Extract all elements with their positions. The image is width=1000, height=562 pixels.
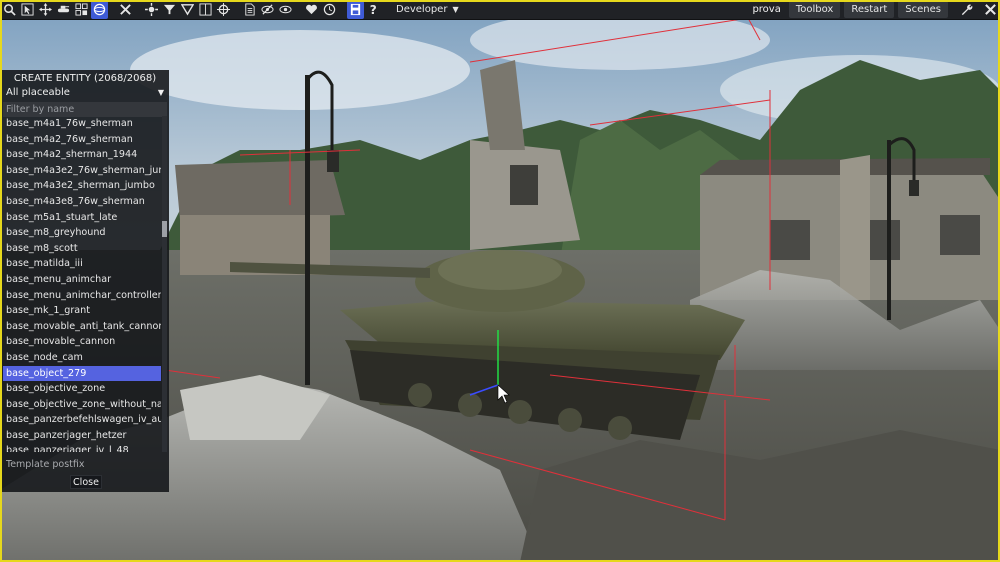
grid-cubes-icon[interactable]: [73, 1, 90, 19]
entity-list-item[interactable]: base_object_279: [3, 365, 161, 382]
entity-filter-dropdown[interactable]: All placeable ▼: [3, 86, 167, 100]
entity-list-item[interactable]: base_m5a1_stuart_late: [3, 210, 161, 226]
select-arrow-icon[interactable]: [19, 1, 36, 19]
top-toolbar: ? Developer ▼ prova Toolbox Restart Scen…: [0, 0, 1000, 20]
svg-text:?: ?: [370, 3, 377, 16]
create-entity-panel: CREATE ENTITY (2068/2068) All placeable …: [1, 70, 169, 492]
entity-list-item[interactable]: base_node_cam: [3, 350, 161, 366]
move-icon[interactable]: [37, 1, 54, 19]
entity-filter-value: All placeable: [6, 87, 70, 98]
close-button[interactable]: Close: [70, 475, 102, 489]
heart-icon[interactable]: [303, 1, 320, 19]
toolbar-right: prova Toolbox Restart Scenes: [752, 0, 1000, 20]
restart-button[interactable]: Restart: [844, 1, 895, 18]
document-icon[interactable]: [241, 1, 258, 19]
target-burst-icon[interactable]: [143, 1, 160, 19]
save-icon[interactable]: [347, 0, 364, 19]
entity-list-container[interactable]: base_m4a1_76w_sherman base_m4a2_76w_sherm…: [3, 116, 167, 452]
entity-list-item[interactable]: base_panzerbefehlswagen_iv_ausf_j: [3, 412, 161, 428]
entity-list-item[interactable]: base_objective_zone: [3, 381, 161, 397]
triangle-down-icon[interactable]: [179, 1, 196, 19]
search-icon[interactable]: [1, 1, 18, 19]
clock-icon[interactable]: [321, 1, 338, 19]
toolbox-button[interactable]: Toolbox: [788, 1, 841, 18]
split-panel-icon[interactable]: [197, 1, 214, 19]
entity-list-item[interactable]: base_movable_anti_tank_cannon: [3, 319, 161, 335]
entity-list-item[interactable]: base_matilda_iii: [3, 256, 161, 272]
list-scrollbar-thumb[interactable]: [162, 221, 167, 237]
help-icon[interactable]: ?: [365, 1, 382, 19]
entity-list-item[interactable]: base_panzerjager_hetzer: [3, 428, 161, 444]
eye-slash-icon[interactable]: [259, 1, 276, 19]
entity-list-item[interactable]: base_menu_animchar: [3, 272, 161, 288]
eye-icon[interactable]: [277, 1, 294, 19]
panel-title: CREATE ENTITY (2068/2068): [13, 73, 157, 84]
entity-list-item[interactable]: base_m8_greyhound: [3, 225, 161, 241]
close-icon[interactable]: [980, 1, 1000, 19]
entity-list-item[interactable]: base_m8_scott: [3, 241, 161, 257]
entity-list-item[interactable]: base_m4a2_76w_sherman: [3, 132, 161, 148]
entity-list-item[interactable]: base_m4a3e2_76w_sherman_jumbo: [3, 163, 161, 179]
entity-list-item[interactable]: base_menu_animchar_controller: [3, 288, 161, 304]
mode-dropdown-label: Developer: [396, 4, 448, 15]
scenes-button[interactable]: Scenes: [898, 1, 948, 18]
crosshair-icon[interactable]: [215, 1, 232, 19]
entity-list-item[interactable]: base_objective_zone_without_navmesh: [3, 397, 161, 413]
entity-list-item[interactable]: base_mk_1_grant: [3, 303, 161, 319]
tank-icon[interactable]: [55, 1, 72, 19]
entity-list-item[interactable]: base_m4a1_76w_sherman: [3, 116, 161, 132]
sphere-icon[interactable]: [91, 0, 108, 19]
entity-list: base_m4a1_76w_sherman base_m4a2_76w_sherm…: [3, 116, 161, 452]
chevron-down-icon: ▼: [452, 5, 459, 14]
list-scrollbar[interactable]: [162, 116, 167, 452]
entity-list-item[interactable]: base_m4a3e2_sherman_jumbo: [3, 178, 161, 194]
close-x-icon[interactable]: [117, 1, 134, 19]
template-postfix-input[interactable]: [3, 457, 167, 472]
filter-by-name-input[interactable]: [3, 102, 167, 117]
mode-dropdown[interactable]: Developer ▼: [396, 4, 459, 15]
entity-list-item[interactable]: base_m4a2_sherman_1944: [3, 147, 161, 163]
entity-list-item[interactable]: base_m4a3e8_76w_sherman: [3, 194, 161, 210]
wrench-icon[interactable]: [956, 1, 976, 19]
funnel-icon[interactable]: [161, 1, 178, 19]
entity-list-item[interactable]: base_panzerjager_iv_l_48: [3, 443, 161, 452]
user-label: prova: [752, 4, 781, 15]
entity-list-item[interactable]: base_movable_cannon: [3, 334, 161, 350]
chevron-down-icon: ▼: [157, 88, 164, 97]
